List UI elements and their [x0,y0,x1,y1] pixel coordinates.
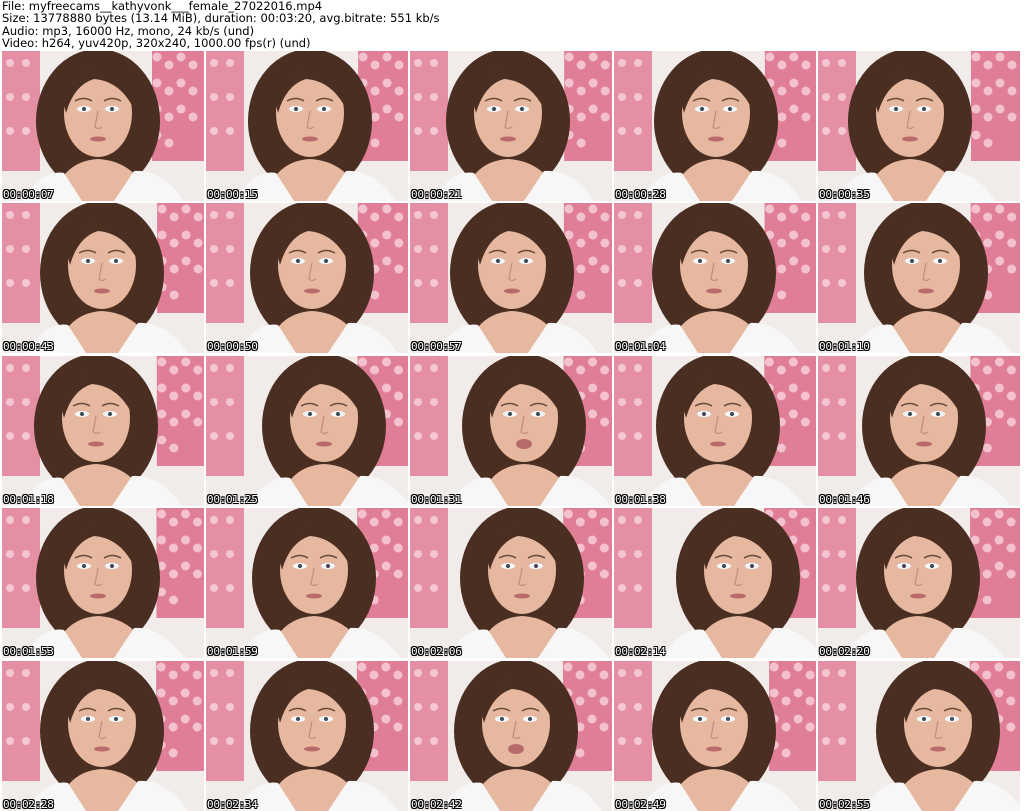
frame-image [410,660,612,811]
timestamp-label: 00:01:53 [3,645,54,659]
timestamp-label: 00:01:46 [819,492,870,506]
frame-image [2,508,204,659]
frame-image [818,508,1020,659]
video-frame-thumbnail: 00:00:57 [410,203,612,354]
timestamp-label: 00:01:59 [207,645,258,659]
thumbnail-grid: 00:00:07 00:00:15 00:00:21 00:00:28 00:00:35… [2,51,1023,811]
timestamp-label: 00:01:31 [411,492,462,506]
video-frame-thumbnail: 00:01:31 [410,355,612,506]
video-frame-thumbnail: 00:02:42 [410,660,612,811]
video-frame-thumbnail: 00:01:25 [206,355,408,506]
frame-image [206,355,408,506]
video-frame-thumbnail: 00:01:18 [2,355,204,506]
video-info-line: Video: h264, yuv420p, 320x240, 1000.00 f… [2,35,311,50]
frame-image [410,355,612,506]
video-frame-thumbnail: 00:02:14 [614,508,816,659]
timestamp-label: 00:01:25 [207,492,258,506]
frame-image [410,508,612,659]
frame-image [614,508,816,659]
timestamp-label: 00:00:57 [411,340,462,354]
timestamp-label: 00:00:07 [3,188,54,201]
video-frame-thumbnail: 00:00:50 [206,203,408,354]
frame-image [410,203,612,354]
video-frame-thumbnail: 00:00:43 [2,203,204,354]
timestamp-label: 00:00:28 [615,188,666,201]
timestamp-label: 00:02:55 [819,797,870,811]
frame-image [818,660,1020,811]
video-frame-thumbnail: 00:01:04 [614,203,816,354]
frame-image [2,51,204,201]
file-size-line: Size: 13778880 bytes (13.14 MiB), durati… [2,11,440,26]
frame-image [614,355,816,506]
frame-image [818,203,1020,354]
timestamp-label: 00:02:49 [615,797,666,811]
timestamp-label: 00:02:28 [3,797,54,811]
video-frame-thumbnail: 00:00:35 [818,51,1020,201]
timestamp-label: 00:00:35 [819,188,870,201]
video-frame-thumbnail: 00:00:07 [2,51,204,201]
frame-image [2,203,204,354]
file-info-header: File: myfreecams__kathyvonk___female_270… [2,0,1022,50]
video-frame-thumbnail: 00:00:21 [410,51,612,201]
frame-image [818,355,1020,506]
video-frame-thumbnail: 00:00:15 [206,51,408,201]
video-frame-thumbnail: 00:02:49 [614,660,816,811]
timestamp-label: 00:00:50 [207,340,258,354]
timestamp-label: 00:02:14 [615,645,666,659]
video-frame-thumbnail: 00:02:06 [410,508,612,659]
timestamp-label: 00:01:18 [3,492,54,506]
video-frame-thumbnail: 00:02:34 [206,660,408,811]
video-frame-thumbnail: 00:00:28 [614,51,816,201]
video-frame-thumbnail: 00:01:53 [2,508,204,659]
timestamp-label: 00:02:06 [411,645,462,659]
frame-image [614,660,816,811]
video-frame-thumbnail: 00:01:10 [818,203,1020,354]
timestamp-label: 00:01:38 [615,492,666,506]
video-frame-thumbnail: 00:01:46 [818,355,1020,506]
frame-image [2,660,204,811]
video-frame-thumbnail: 00:02:55 [818,660,1020,811]
timestamp-label: 00:00:15 [207,188,258,201]
timestamp-label: 00:00:43 [3,340,54,354]
timestamp-label: 00:01:04 [615,340,666,354]
frame-image [614,51,816,201]
timestamp-label: 00:02:42 [411,797,462,811]
timestamp-label: 00:01:10 [819,340,870,354]
frame-image [614,203,816,354]
frame-image [818,51,1020,201]
frame-image [206,51,408,201]
video-frame-thumbnail: 00:01:59 [206,508,408,659]
video-frame-thumbnail: 00:01:38 [614,355,816,506]
video-frame-thumbnail: 00:02:28 [2,660,204,811]
frame-image [206,508,408,659]
frame-image [206,203,408,354]
frame-image [2,355,204,506]
timestamp-label: 00:02:20 [819,645,870,659]
video-frame-thumbnail: 00:02:20 [818,508,1020,659]
frame-image [206,660,408,811]
timestamp-label: 00:00:21 [411,188,462,201]
frame-image [410,51,612,201]
timestamp-label: 00:02:34 [207,797,258,811]
